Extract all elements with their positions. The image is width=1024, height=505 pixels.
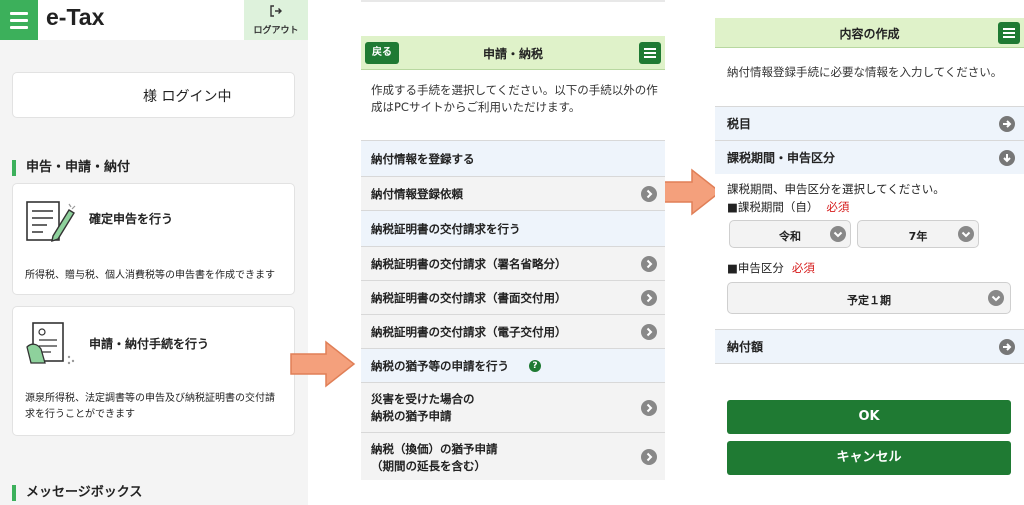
kubun-select[interactable]: 予定１期	[727, 282, 1011, 314]
list-menu-button[interactable]	[998, 22, 1020, 44]
logout-button[interactable]: ログアウト	[244, 0, 308, 40]
flow-arrow-2	[658, 168, 722, 216]
arrow-right-icon	[999, 116, 1015, 132]
logout-icon	[269, 4, 283, 20]
era-select[interactable]: 令和	[729, 220, 851, 248]
row-label-line2: 納税の猶予申請	[371, 409, 452, 423]
row-label: 納税証明書の交付請求（書面交付用）	[371, 291, 567, 305]
section-title-message-box: メッセージボックス	[12, 485, 142, 501]
chevron-right-icon	[641, 290, 657, 306]
intro-text: 作成する手続を選択してください。以下の手続以外の作成はPCサイトからご利用いただ…	[371, 83, 658, 114]
header-bar: 戻る 申請・納税	[361, 36, 665, 70]
list-item-shomei-denshi[interactable]: 納税証明書の交付請求（電子交付用）	[361, 314, 665, 348]
row-label: 納税（換価）の猶予申請	[371, 442, 498, 456]
naiyo-sakusei-panel: 内容の作成 納付情報登録手続に必要な情報を入力してください。 税目 課税期間・申…	[715, 0, 1024, 490]
section-head-nofu-joho: 納付情報を登録する	[361, 140, 665, 176]
required-badge: 必須	[826, 200, 850, 214]
list-item-nofu-irai[interactable]: 納付情報登録依頼	[361, 176, 665, 210]
list-icon-line	[1003, 28, 1015, 30]
row-label-line2: （期間の延長を含む）	[371, 459, 486, 473]
list-icon-line	[1003, 32, 1015, 34]
card1-desc: 所得税、贈与税、個人消費税等の申告書を作成できます	[25, 270, 275, 281]
list-menu-button[interactable]	[639, 42, 661, 64]
help-icon[interactable]: ?	[529, 360, 541, 372]
row-label: 納付額	[727, 340, 764, 354]
etax-home-panel: e-Tax ログアウト 様 ログイン中 申告・申請・納付 確定申告を行う 所得税…	[0, 0, 308, 505]
card2-desc: 源泉所得税、法定調書等の申告及び納税証明書の交付請求を行うことができます	[25, 393, 275, 420]
row-label: 納税証明書の交付請求（電子交付用）	[371, 325, 567, 339]
kubun-label: ■申告区分	[727, 261, 784, 275]
brand-logo: e-Tax	[46, 4, 105, 30]
chevron-right-icon	[641, 256, 657, 272]
card-kakutei-shinkoku[interactable]: 確定申告を行う 所得税、贈与税、個人消費税等の申告書を作成できます	[12, 183, 295, 295]
chevron-down-icon	[988, 290, 1004, 306]
page-title: 申請・納税	[482, 47, 543, 61]
list-icon-line	[1003, 36, 1015, 38]
section-head-yuyo: 納税の猶予等の申請を行う ?	[361, 348, 665, 382]
list-icon-line	[644, 48, 656, 50]
shinsei-nozei-panel: 戻る 申請・納税 作成する手続を選択してください。以下の手続以外の作成はPCサイ…	[361, 0, 665, 480]
section-head-shomeisho: 納税証明書の交付請求を行う	[361, 210, 665, 246]
row-amount[interactable]: 納付額	[715, 329, 1024, 363]
row-label: 納税の猶予等の申請を行う	[371, 359, 509, 373]
ok-button[interactable]: OK	[727, 400, 1011, 434]
card-shinsei-nofu[interactable]: 申請・納付手続を行う 源泉所得税、法定調書等の申告及び納税証明書の交付請求を行う…	[12, 306, 295, 436]
login-status-text: 様 ログイン中	[143, 89, 232, 105]
list-icon-line	[644, 52, 656, 54]
logout-label: ログアウト	[253, 26, 299, 36]
row-label: 税目	[727, 117, 752, 131]
chevron-right-icon	[641, 186, 657, 202]
row-period-kubun[interactable]: 課税期間・申告区分	[715, 140, 1024, 174]
list-icon-line	[644, 56, 656, 58]
menu-icon-line	[10, 11, 28, 15]
period-hint: 課税期間、申告区分を選択してください。	[727, 182, 945, 196]
row-label: 課税期間・申告区分	[727, 151, 836, 165]
section-title-shinkoku: 申告・申請・納付	[12, 160, 130, 176]
chevron-right-icon	[641, 449, 657, 465]
header-bar: 内容の作成	[715, 18, 1024, 48]
login-status-box: 様 ログイン中	[12, 72, 295, 118]
top-bar: e-Tax ログアウト	[0, 0, 308, 40]
cancel-button[interactable]: キャンセル	[727, 441, 1011, 475]
document-pen-icon	[26, 201, 76, 243]
year-select[interactable]: 7年	[857, 220, 979, 248]
card1-title: 確定申告を行う	[89, 212, 174, 226]
divider	[715, 363, 1024, 364]
required-badge: 必須	[791, 261, 815, 275]
arrow-down-icon	[999, 150, 1015, 166]
list-item-shomei-shoryaku[interactable]: 納税証明書の交付請求（署名省略分）	[361, 246, 665, 280]
row-label: 災害を受けた場合の	[371, 392, 475, 406]
period-label: ■課税期間（自）	[727, 200, 819, 214]
menu-icon-line	[10, 25, 28, 29]
chevron-down-icon	[958, 226, 974, 242]
chevron-right-icon	[641, 324, 657, 340]
chevron-right-icon	[641, 400, 657, 416]
hand-document-icon	[26, 322, 75, 365]
kubun-value: 予定１期	[847, 294, 891, 307]
row-label: 納税証明書の交付請求を行う	[371, 222, 521, 236]
period-label-row: ■課税期間（自） 必須	[727, 199, 849, 215]
list-item-saigai-yuyo[interactable]: 災害を受けた場合の 納税の猶予申請	[361, 382, 665, 432]
chevron-down-icon	[830, 226, 846, 242]
intro-text: 納付情報登録手続に必要な情報を入力してください。	[727, 65, 1003, 79]
row-tax-item[interactable]: 税目	[715, 106, 1024, 140]
kubun-label-row: ■申告区分 必須	[727, 260, 815, 276]
list-item-shomei-shomen[interactable]: 納税証明書の交付請求（書面交付用）	[361, 280, 665, 314]
row-label: 納付情報登録依頼	[371, 187, 463, 201]
arrow-right-icon	[999, 339, 1015, 355]
row-label: 納税証明書の交付請求（署名省略分）	[371, 257, 567, 271]
hamburger-menu-button[interactable]	[0, 0, 38, 40]
list-item-kanka-yuyo[interactable]: 納税（換価）の猶予申請 （期間の延長を含む）	[361, 432, 665, 480]
flow-arrow-1	[290, 340, 356, 388]
row-label: 納付情報を登録する	[371, 152, 475, 166]
menu-icon-line	[10, 18, 28, 22]
page-title: 内容の作成	[839, 27, 900, 41]
card2-title: 申請・納付手続を行う	[89, 337, 210, 351]
